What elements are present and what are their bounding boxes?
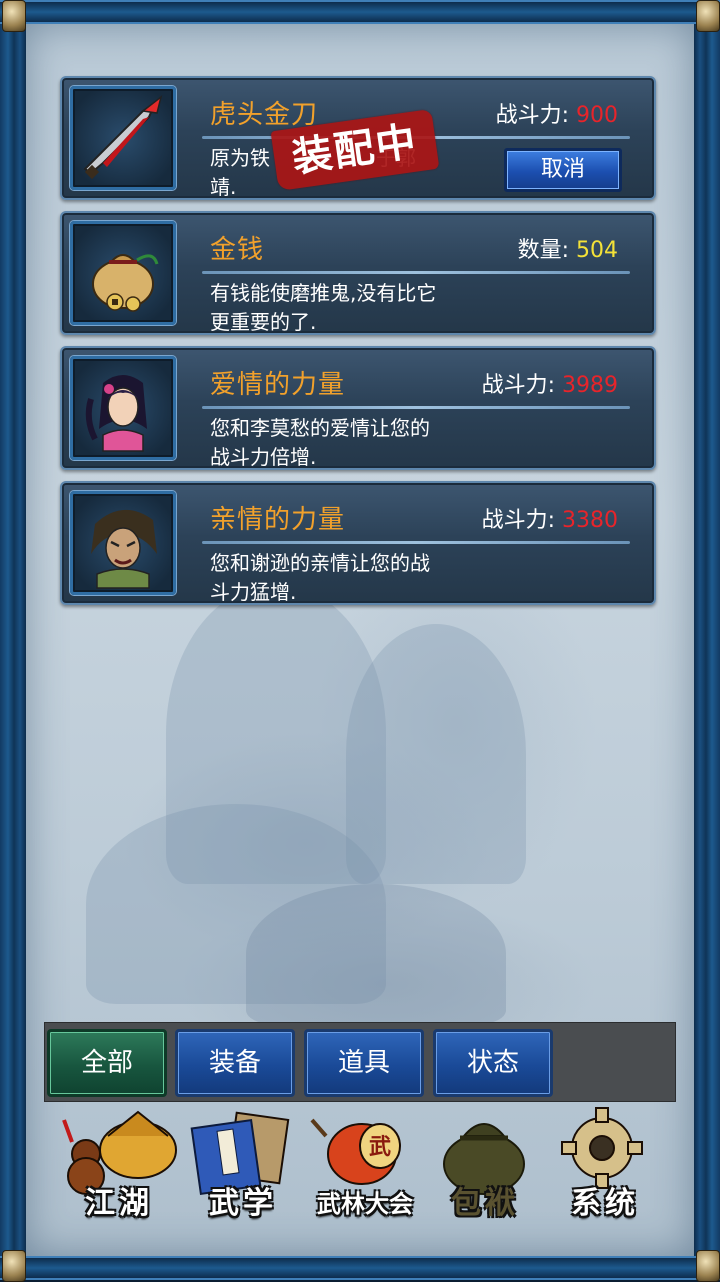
- stat-value: 3380: [562, 508, 618, 533]
- drum-icon: 武: [310, 1118, 401, 1185]
- card-divider: [202, 406, 630, 409]
- frame-bottom-border: [0, 1256, 720, 1280]
- desc-line1: 有钱能使磨推鬼,没有比它: [210, 281, 437, 305]
- nav-label: 江湖: [85, 1186, 153, 1221]
- money-bag-icon: [92, 254, 159, 312]
- item-icon-frame: [70, 491, 176, 595]
- item-icon-frame: [70, 356, 176, 460]
- inventory-filter-tabs: 全部 装备 道具 状态: [44, 1022, 676, 1102]
- item-name: 金钱: [210, 235, 265, 265]
- item-stat: 战斗力: 3380: [482, 502, 618, 534]
- stat-label: 数量:: [517, 238, 569, 263]
- item-icon-frame: [70, 221, 176, 325]
- nav-tournament[interactable]: 武 武林大会: [304, 1106, 426, 1224]
- desc-line2: 更重要的了.: [210, 310, 317, 334]
- tab-equipment[interactable]: 装备: [175, 1029, 295, 1097]
- mist-village: [246, 884, 506, 1024]
- frame-knob: [2, 1250, 26, 1282]
- svg-text:武: 武: [369, 1134, 391, 1160]
- frame-knob: [2, 0, 26, 32]
- nav-system[interactable]: 系统: [544, 1106, 666, 1224]
- nav-label: 武林大会: [317, 1189, 413, 1218]
- sword-icon: [83, 95, 163, 180]
- desc-line1: 原为铁: [210, 146, 270, 170]
- card-divider: [202, 541, 630, 544]
- desc-line2: 斗力猛增.: [210, 580, 297, 604]
- tab-all[interactable]: 全部: [47, 1029, 167, 1097]
- item-description: 您和李莫愁的爱情让您的 战斗力倍增.: [210, 414, 510, 472]
- desc-line2: 战斗力倍增.: [210, 445, 317, 469]
- nav-label: 系统: [571, 1186, 639, 1221]
- nav-label: 包袱: [451, 1186, 519, 1221]
- frame-top-border: [0, 0, 720, 24]
- nav-inventory[interactable]: 包袱: [424, 1106, 546, 1224]
- card-divider: [202, 271, 630, 274]
- item-name: 虎头金刀: [210, 100, 319, 130]
- item-name: 爱情的力量: [210, 370, 346, 400]
- mist-mountain: [346, 624, 526, 884]
- item-card[interactable]: 虎头金刀 战斗力: 900 原为铁于郭 靖. 装配中 取消: [60, 76, 656, 200]
- item-description: 您和谢逊的亲情让您的战 斗力猛增.: [210, 549, 510, 607]
- tab-items[interactable]: 道具: [304, 1029, 424, 1097]
- item-card[interactable]: 爱情的力量 战斗力: 3989 您和李莫愁的爱情让您的 战斗力倍增.: [60, 346, 656, 470]
- cancel-button[interactable]: 取消: [504, 148, 622, 192]
- stat-value: 900: [576, 103, 618, 128]
- item-icon-frame: [70, 86, 176, 190]
- frame-right-border: [694, 0, 720, 1280]
- stat-value: 3989: [562, 373, 618, 398]
- desc-line1: 您和李莫愁的爱情让您的: [210, 416, 430, 440]
- item-description: 有钱能使磨推鬼,没有比它 更重要的了.: [210, 279, 510, 337]
- frame-knob: [696, 0, 720, 32]
- item-stat: 战斗力: 3989: [482, 367, 618, 399]
- item-card[interactable]: 金钱 数量: 504 有钱能使磨推鬼,没有比它 更重要的了.: [60, 211, 656, 335]
- stat-label: 战斗力:: [481, 373, 555, 398]
- item-card[interactable]: 亲情的力量 战斗力: 3380 您和谢逊的亲情让您的战 斗力猛增.: [60, 481, 656, 605]
- nav-martial-arts[interactable]: 武学: [182, 1106, 304, 1224]
- item-name: 亲情的力量: [210, 505, 346, 535]
- nav-jianghu[interactable]: 江湖: [58, 1106, 180, 1224]
- item-stat: 数量: 504: [518, 232, 618, 264]
- stat-label: 战斗力:: [481, 508, 555, 533]
- frame-knob: [696, 1250, 720, 1282]
- stat-label: 战斗力:: [495, 103, 569, 128]
- item-stat: 战斗力: 900: [496, 97, 618, 129]
- desc-line2: 靖.: [210, 175, 237, 199]
- desc-line1: 您和谢逊的亲情让您的战: [210, 551, 430, 575]
- female-portrait-icon: [85, 375, 147, 452]
- male-portrait-icon: [91, 509, 157, 589]
- tab-status[interactable]: 状态: [433, 1029, 553, 1097]
- stat-value: 504: [576, 238, 618, 263]
- nav-label: 武学: [209, 1186, 277, 1221]
